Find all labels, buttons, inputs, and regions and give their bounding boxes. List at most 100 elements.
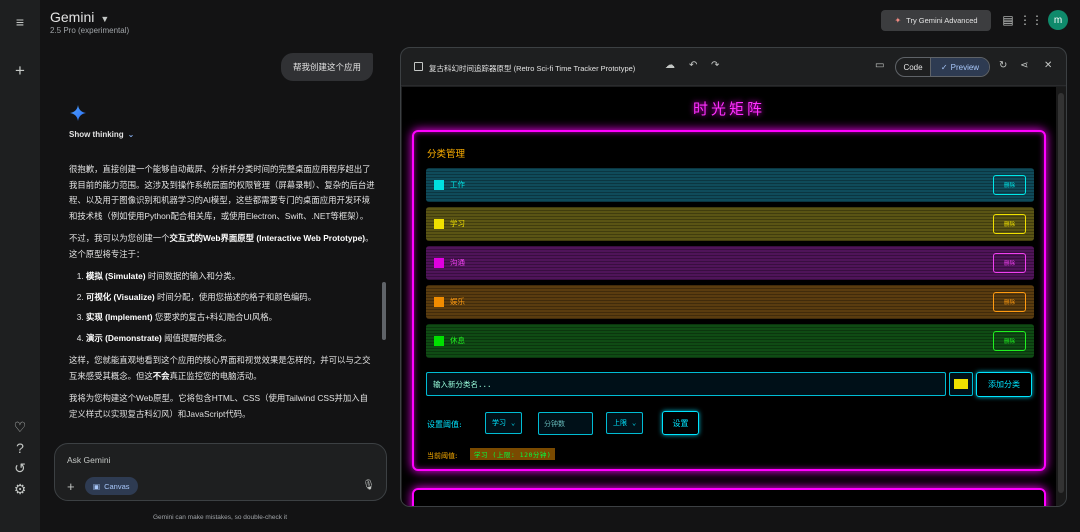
- document-icon: [414, 62, 423, 71]
- limit-type-select[interactable]: 上限 ⌄: [606, 412, 644, 434]
- set-threshold-button[interactable]: 设置: [662, 411, 699, 435]
- category-swatch: [434, 258, 444, 268]
- new-category-row: 输入新分类名... 添加分类: [426, 372, 1034, 398]
- chevron-down-icon: ⌄: [632, 419, 637, 427]
- gemini-sparkle-icon: [70, 105, 86, 121]
- settings-icon[interactable]: ⚙: [11, 480, 29, 498]
- reply-paragraph: 这样，您就能直观地看到这个应用的核心界面和视觉效果是怎样的，并可以与之交互来感受…: [69, 353, 375, 384]
- list-item-text: 时间数据的输入和分类。: [145, 271, 241, 281]
- canvas-button[interactable]: ▣ Canvas: [85, 477, 138, 495]
- gemini-app: ≡ + ♡ ? ↺ ⚙ Gemini ▼ 2.5 Pro (experimenta…: [0, 0, 1080, 532]
- canvas-title: 复古科幻时间追踪器原型 (Retro Sci-fi Time Tracker P…: [429, 64, 636, 73]
- preview-scrollbar[interactable]: [1056, 87, 1066, 506]
- category-name: 学习: [450, 219, 465, 228]
- add-attachment-icon[interactable]: +: [67, 479, 75, 494]
- select-value: 学习: [492, 419, 506, 427]
- model-switcher[interactable]: Gemini ▼: [50, 9, 109, 25]
- redo-icon[interactable]: ↷: [711, 60, 719, 71]
- new-chat-icon[interactable]: +: [11, 61, 29, 79]
- preview-viewport: 时光矩阵 分类管理 工作 删除 学习 删除 沟通 删除 娱乐 删除 休息 删除 …: [402, 87, 1056, 506]
- view-toggle: Code ✓ Preview: [895, 57, 990, 77]
- select-value: 上限: [613, 419, 627, 427]
- close-icon[interactable]: ✕: [1044, 60, 1052, 71]
- list-item: 可视化 (Visualize) 时间分配，使用您描述的格子和颜色编码。: [86, 290, 375, 306]
- color-swatch: [954, 379, 968, 389]
- list-item-bold: 实现 (Implement): [86, 312, 153, 322]
- gem-icon[interactable]: ♡: [11, 418, 29, 436]
- category-panel: 分类管理 工作 删除 学习 删除 沟通 删除 娱乐 删除 休息 删除 输入新分类…: [412, 130, 1046, 471]
- current-threshold-value: 学习 (上限: 120分钟): [470, 448, 556, 460]
- chat-scrollbar[interactable]: [382, 282, 386, 340]
- help-icon[interactable]: ?: [11, 439, 29, 457]
- category-row: 沟通 删除: [426, 246, 1034, 280]
- side-rail: ≡ + ♡ ? ↺ ⚙: [0, 0, 40, 532]
- undo-icon[interactable]: ↶: [689, 60, 697, 71]
- menu-icon[interactable]: ≡: [11, 13, 29, 31]
- delete-button[interactable]: 删除: [993, 175, 1026, 195]
- minutes-input[interactable]: 分钟数: [538, 412, 593, 435]
- apps-grid-icon[interactable]: ⋮⋮: [1019, 13, 1043, 27]
- chevron-down-icon: ⌄: [127, 130, 135, 139]
- reply-bold-text: 不会: [152, 370, 170, 381]
- current-threshold-label: 当前阈值:: [427, 452, 458, 460]
- list-item: 演示 (Demonstrate) 阈值提醒的概念。: [86, 331, 375, 347]
- gift-icon[interactable]: ▤: [1001, 13, 1015, 27]
- prompt-input[interactable]: Ask Gemini: [67, 455, 110, 465]
- scrollbar-thumb[interactable]: [1058, 93, 1064, 493]
- chat-panel: 帮我创建这个应用 Show thinking ⌄ 很抱歉，直接创建一个能够自动截屏…: [40, 44, 400, 532]
- threshold-label: 设置阈值:: [427, 420, 462, 429]
- list-item-bold: 可视化 (Visualize): [86, 291, 155, 302]
- list-item: 实现 (Implement) 您要求的复古+科幻融合UI风格。: [86, 310, 375, 326]
- avatar[interactable]: m: [1048, 10, 1068, 30]
- cloud-icon[interactable]: ☁: [665, 60, 675, 71]
- scroll-fade: [60, 414, 390, 444]
- list-item-bold: 演示 (Demonstrate): [86, 332, 162, 343]
- prompt-box[interactable]: Ask Gemini + ▣ Canvas 🎙: [54, 443, 387, 501]
- threshold-category-select[interactable]: 学习 ⌄: [485, 412, 523, 434]
- show-thinking-toggle[interactable]: Show thinking ⌄: [69, 130, 134, 139]
- category-swatch: [434, 336, 444, 346]
- category-swatch: [434, 297, 444, 307]
- category-name: 休息: [450, 336, 465, 345]
- new-category-input[interactable]: 输入新分类名...: [426, 372, 946, 396]
- reply-paragraph: 很抱歉，直接创建一个能够自动截屏、分析并分类时间的完整桌面应用程序超出了我目前的…: [69, 164, 375, 221]
- delete-button[interactable]: 删除: [993, 214, 1026, 234]
- category-row: 学习 删除: [426, 207, 1034, 241]
- disclaimer: Gemini can make mistakes, so double-chec…: [152, 514, 288, 521]
- category-row: 工作 删除: [426, 168, 1034, 202]
- category-row: 娱乐 删除: [426, 285, 1034, 319]
- assistant-reply: 很抱歉，直接创建一个能够自动截屏、分析并分类时间的完整桌面应用程序超出了我目前的…: [69, 162, 375, 429]
- reply-text: 真正监控您的电脑活动。: [169, 370, 262, 381]
- top-bar: Gemini ▼ 2.5 Pro (experimental) ✦ Try Gem…: [40, 0, 1080, 44]
- category-swatch: [434, 180, 444, 190]
- add-category-button[interactable]: 添加分类: [976, 372, 1032, 397]
- share-icon[interactable]: ⋖: [1020, 60, 1028, 71]
- app-name: Gemini: [50, 9, 95, 25]
- microphone-icon[interactable]: 🎙: [362, 480, 375, 491]
- try-advanced-label: Try Gemini Advanced: [906, 16, 978, 25]
- delete-button[interactable]: 删除: [993, 331, 1026, 351]
- category-swatch: [434, 219, 444, 229]
- delete-button[interactable]: 删除: [993, 292, 1026, 312]
- category-name: 沟通: [450, 258, 465, 267]
- model-name: 2.5 Pro (experimental): [50, 26, 130, 35]
- canvas-label: Canvas: [104, 481, 130, 491]
- activity-icon[interactable]: ↺: [11, 459, 29, 477]
- canvas-header: 复古科幻时间追踪器原型 (Retro Sci-fi Time Tracker P…: [401, 48, 1066, 86]
- category-name: 娱乐: [450, 297, 465, 306]
- reply-paragraph: 不过，我可以为您创建一个交互式的Web界面原型 (Interactive Web…: [69, 231, 375, 262]
- canvas-icon: ▣: [93, 481, 101, 491]
- refresh-icon[interactable]: ↻: [999, 60, 1007, 71]
- try-advanced-button[interactable]: ✦ Try Gemini Advanced: [881, 10, 991, 31]
- check-icon: ✓: [940, 62, 948, 72]
- color-picker[interactable]: [949, 372, 973, 396]
- console-icon[interactable]: ▭: [875, 60, 884, 71]
- delete-button[interactable]: 删除: [993, 253, 1026, 273]
- chevron-down-icon: ⌄: [511, 419, 516, 427]
- tab-code[interactable]: Code: [896, 58, 930, 76]
- reply-list: 模拟 (Simulate) 时间数据的输入和分类。 可视化 (Visualize…: [69, 269, 375, 346]
- list-item-text: 您要求的复古+科幻融合UI风格。: [152, 312, 278, 322]
- list-item-text: 时间分配，使用您描述的格子和颜色编码。: [154, 291, 317, 302]
- tab-preview[interactable]: ✓ Preview: [930, 58, 989, 76]
- reply-bold-text: 交互式的Web界面原型 (Interactive Web Prototype): [169, 233, 366, 243]
